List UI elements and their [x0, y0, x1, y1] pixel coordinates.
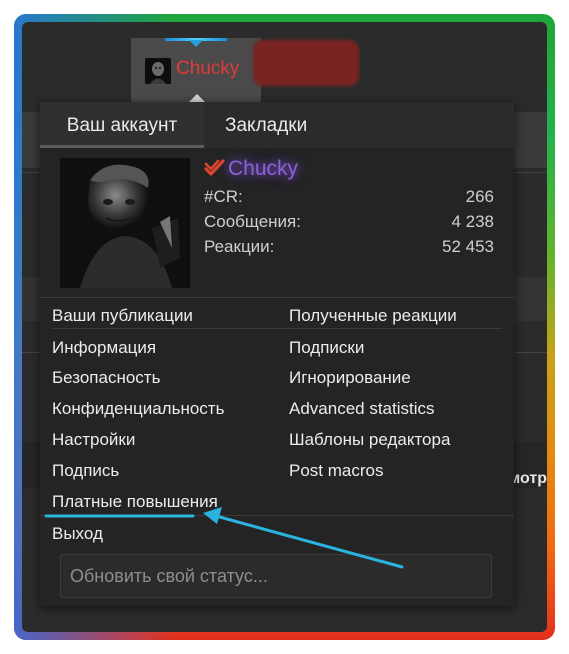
menu-security[interactable]: Безопасность: [52, 368, 160, 388]
stat-row: Сообщения: 4 238: [204, 212, 494, 236]
tab-bookmarks[interactable]: Закладки: [225, 102, 307, 148]
stat-row: Реакции: 52 453: [204, 237, 494, 261]
stat-label: Сообщения:: [204, 212, 301, 231]
divider: [40, 297, 514, 298]
popup-arrow: [189, 94, 205, 102]
popup-tabs: Ваш аккаунт Закладки: [40, 102, 514, 148]
profile-username[interactable]: Chucky: [228, 157, 298, 181]
avatar[interactable]: [60, 158, 190, 288]
avatar-small: [145, 58, 171, 84]
menu-reactions-received[interactable]: Полученные реакции: [289, 306, 457, 326]
divider: [40, 515, 514, 516]
menu-editor-templates[interactable]: Шаблоны редактора: [289, 430, 450, 450]
status-input[interactable]: [61, 555, 491, 597]
blurred-element: [253, 40, 359, 86]
menu-signature[interactable]: Подпись: [52, 461, 119, 481]
stat-value: 4 238: [451, 212, 494, 231]
stat-label: #CR:: [204, 187, 243, 206]
account-menu-trigger[interactable]: Chucky: [131, 38, 261, 102]
account-username: Chucky: [176, 58, 240, 79]
tab-your-account[interactable]: Ваш аккаунт: [40, 102, 204, 148]
menu-privacy[interactable]: Конфиденциальность: [52, 399, 224, 419]
stat-row: #CR: 266: [204, 187, 494, 211]
menu-settings[interactable]: Настройки: [52, 430, 135, 450]
menu-ignore[interactable]: Игнорирование: [289, 368, 411, 388]
menu-your-publications[interactable]: Ваши публикации: [52, 306, 193, 326]
stat-value: 52 453: [442, 237, 494, 256]
menu-post-macros[interactable]: Post macros: [289, 461, 383, 481]
verified-check-icon: [204, 159, 225, 176]
menu-logout[interactable]: Выход: [52, 524, 103, 544]
stat-value: 266: [465, 187, 494, 206]
account-popup: Ваш аккаунт Закладки Chucky #CR: 266 Соо…: [40, 102, 514, 606]
status-field[interactable]: [60, 554, 492, 598]
divider: [52, 328, 502, 329]
profile-summary: Chucky #CR: 266 Сообщения: 4 238 Реакции…: [60, 157, 494, 288]
menu-information[interactable]: Информация: [52, 338, 156, 358]
indicator-caret: [189, 40, 203, 47]
background-text: мотр: [508, 470, 547, 487]
menu-subscriptions[interactable]: Подписки: [289, 338, 364, 358]
stat-label: Реакции:: [204, 237, 275, 256]
menu-paid-upgrades[interactable]: Платные повышения: [52, 492, 218, 512]
menu-advanced-statistics[interactable]: Advanced statistics: [289, 399, 435, 419]
